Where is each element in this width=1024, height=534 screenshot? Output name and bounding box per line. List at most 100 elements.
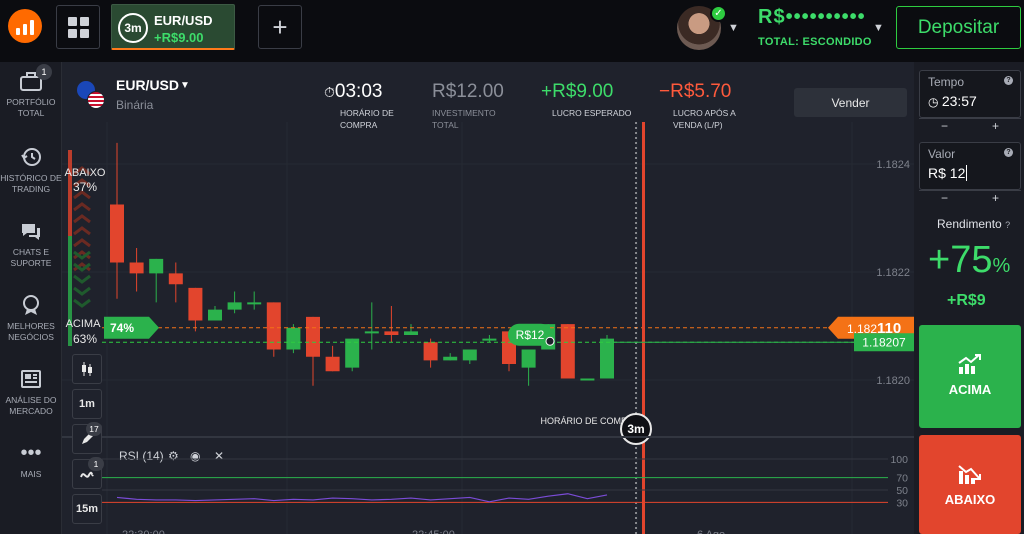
deposit-button[interactable]: Depositar: [896, 6, 1021, 49]
broker-logo-icon[interactable]: [8, 9, 42, 43]
yield-value: +75%: [928, 239, 1011, 281]
sentiment-chevron-down: [73, 238, 91, 248]
time-field-label: Tempo: [928, 75, 965, 89]
time-decrease-button[interactable]: −: [919, 119, 970, 133]
briefcase-icon: [0, 70, 62, 92]
yield-label: Rendimento ?: [937, 217, 1011, 231]
candle-body: [129, 262, 144, 274]
candle-body: [286, 327, 301, 350]
total-investment: R$12.00: [432, 81, 504, 102]
price-tick-label: 1.1822: [876, 267, 910, 279]
sell-button[interactable]: Vender: [794, 88, 907, 117]
rsi-level-label: 30: [896, 497, 908, 509]
chart-overlays: 1.1821101.18207ABAIXO37%ACIMA63%74% R$12H…: [65, 122, 914, 534]
call-button-label: ACIMA: [948, 382, 992, 397]
sidebar-item-label: HISTÓRICO DE TRADING: [0, 173, 62, 194]
candle-body: [325, 356, 340, 372]
sidebar-item-label: ANÁLISE DO MERCADO: [5, 395, 57, 416]
sidebar-item-history[interactable]: HISTÓRICO DE TRADING: [0, 146, 62, 195]
put-button[interactable]: ABAIXO: [919, 435, 1021, 534]
candle-body: [227, 302, 242, 310]
time-axis-label: 6 Ago: [697, 529, 725, 534]
trade-amount-label: R$12: [516, 328, 545, 342]
up-sentiment-label: ACIMA: [66, 318, 102, 330]
sidebar-item-label: MELHORES NEGÓCIOS: [7, 321, 55, 342]
sidebar-item-market-analysis[interactable]: ANÁLISE DO MERCADO: [0, 368, 62, 417]
rsi-level-label: 50: [896, 485, 908, 497]
pair-chevron-down-icon[interactable]: ▼: [180, 80, 190, 91]
avatar-chevron-down-icon[interactable]: ▼: [728, 22, 739, 34]
rsi-settings-icon: ⚙: [168, 449, 179, 463]
medal-icon: [0, 294, 62, 316]
time-axis-label: 22:30:00: [122, 529, 165, 534]
add-asset-button[interactable]: +: [258, 5, 302, 49]
candle-body: [560, 324, 575, 379]
down-sentiment-pct: 37%: [73, 180, 97, 194]
candle-body: [306, 316, 320, 357]
sentiment-bar-down: [68, 150, 72, 236]
asset-tab-eurusd[interactable]: 3m EUR/USD +R$9.00: [111, 4, 235, 50]
profit-after-sale: −R$5.70: [659, 81, 732, 102]
portfolio-badge: 1: [36, 64, 52, 80]
eurusd-flag-icon: [77, 81, 105, 109]
help-icon[interactable]: ?: [1005, 220, 1010, 230]
price-tick-label: 1.1820: [876, 375, 910, 387]
trend-up-icon: [958, 354, 981, 374]
sidebar-item-chats[interactable]: CHATS E SUPORTE: [0, 220, 62, 269]
help-icon[interactable]: ?: [1004, 148, 1013, 157]
rsi-line: [116, 493, 608, 503]
candlestick-series: [110, 142, 614, 386]
clock-icon: ◷: [928, 95, 942, 109]
help-icon[interactable]: ?: [1004, 76, 1013, 85]
apps-grid-button[interactable]: [56, 5, 100, 49]
candle-body: [462, 349, 477, 361]
time-field-value: ◷ 23:57: [928, 93, 977, 109]
indicators-badge: 1: [88, 457, 104, 471]
balance-chevron-down-icon[interactable]: ▼: [873, 22, 884, 34]
verified-check-icon: ✓: [710, 5, 727, 22]
timeframe-button-1m[interactable]: 1m: [72, 389, 102, 419]
sidebar-item-best-deals[interactable]: MELHORES NEGÓCIOS: [0, 294, 62, 343]
history-icon: [0, 146, 62, 168]
amount-stepper: − +: [919, 190, 1021, 205]
sidebar-item-portfolio[interactable]: 1 PORTFÓLIO TOTAL: [0, 64, 62, 119]
price-chart[interactable]: 1.18241.18221.1820 1.1821101.18207ABAIXO…: [62, 62, 914, 534]
top-bar: 3m EUR/USD +R$9.00 + ✓ ▼ R$•••••••••• ▼ …: [0, 0, 1024, 62]
amount-decrease-button[interactable]: −: [919, 191, 970, 205]
trade-entry-marker: [545, 336, 555, 346]
time-axis-label: 22:45:00: [412, 529, 455, 534]
time-field[interactable]: Tempo ? ◷ 23:57: [919, 70, 1021, 118]
call-button[interactable]: ACIMA: [919, 325, 1021, 428]
timeframe-button-15m[interactable]: 15m: [72, 494, 102, 524]
left-sidebar: 1 PORTFÓLIO TOTAL HISTÓRICO DE TRADING C…: [0, 62, 62, 534]
amount-field-value[interactable]: R$ 12: [928, 165, 968, 181]
amount-field[interactable]: Valor ? R$ 12: [919, 142, 1021, 190]
sidebar-item-label: PORTFÓLIO TOTAL: [6, 97, 56, 118]
time-increase-button[interactable]: +: [970, 119, 1021, 133]
open-price-label: 1.18207: [862, 335, 906, 349]
rsi-level-label: 100: [890, 454, 908, 466]
sidebar-item-label: MAIS: [20, 469, 42, 479]
candlestick-icon: [82, 362, 92, 376]
newspaper-icon: [0, 368, 62, 390]
expected-profit: +R$9.00: [541, 81, 614, 102]
purchase-time: ⏱03:03: [324, 81, 383, 102]
asset-timer: 3m: [118, 13, 148, 43]
candle-body: [443, 356, 458, 361]
candle-body: [247, 302, 262, 305]
amount-field-label: Valor: [928, 147, 956, 161]
rsi-visibility-icon: ◉: [190, 449, 200, 463]
time-stepper: − +: [919, 118, 1021, 133]
candle-body: [110, 204, 124, 263]
candle-body: [384, 331, 399, 335]
balance-label: TOTAL: ESCONDIDO: [758, 36, 872, 48]
asset-tab-profit: +R$9.00: [154, 30, 204, 45]
sidebar-item-more[interactable]: ••• MAIS: [0, 442, 62, 480]
option-type: Binária: [116, 98, 154, 112]
pair-name[interactable]: EUR/USD: [116, 77, 179, 93]
profit-after-sale-label: LUCRO APÓS A VENDA (L/P): [673, 108, 736, 130]
amount-increase-button[interactable]: +: [970, 191, 1021, 205]
chart-type-button[interactable]: [72, 354, 102, 384]
up-sentiment-pct: 63%: [73, 332, 97, 346]
balance-value[interactable]: R$••••••••••: [758, 6, 866, 29]
